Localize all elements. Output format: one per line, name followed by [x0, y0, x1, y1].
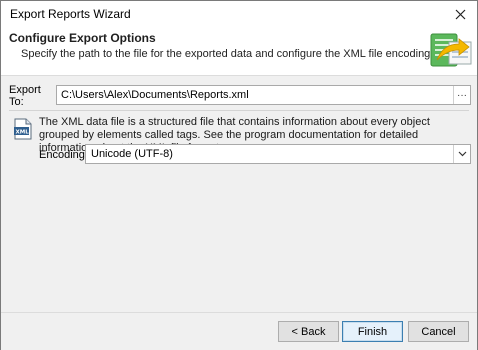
export-sheet-icon [430, 33, 472, 67]
wizard-footer: < Back Finish Cancel [1, 312, 477, 350]
encoding-select[interactable]: Unicode (UTF-8) [85, 144, 471, 164]
browse-button[interactable]: ··· [453, 86, 470, 104]
wizard-header: Configure Export Options Specify the pat… [1, 27, 477, 76]
encoding-value: Unicode (UTF-8) [91, 148, 173, 160]
export-reports-wizard-window: Export Reports Wizard Configure Export O… [0, 0, 478, 350]
title-bar: Export Reports Wizard [1, 1, 477, 27]
xml-file-icon: XML [14, 118, 32, 140]
encoding-label: Encoding: [39, 149, 88, 161]
export-to-label: Export To: [9, 84, 41, 108]
window-title: Export Reports Wizard [10, 7, 131, 21]
finish-button[interactable]: Finish [342, 321, 403, 342]
wizard-content: Export To: ··· XML The XML data file is … [1, 76, 477, 312]
divider [9, 110, 469, 111]
cancel-button[interactable]: Cancel [408, 321, 469, 342]
close-icon[interactable] [452, 6, 468, 22]
export-path-field[interactable]: ··· [56, 85, 471, 105]
export-to-row: Export To: ··· [9, 84, 471, 108]
chevron-down-icon[interactable] [453, 145, 470, 163]
export-path-input[interactable] [57, 86, 453, 104]
svg-text:XML: XML [16, 130, 30, 136]
page-subtitle: Specify the path to the file for the exp… [21, 48, 434, 60]
back-button[interactable]: < Back [278, 321, 339, 342]
page-title: Configure Export Options [9, 31, 156, 45]
